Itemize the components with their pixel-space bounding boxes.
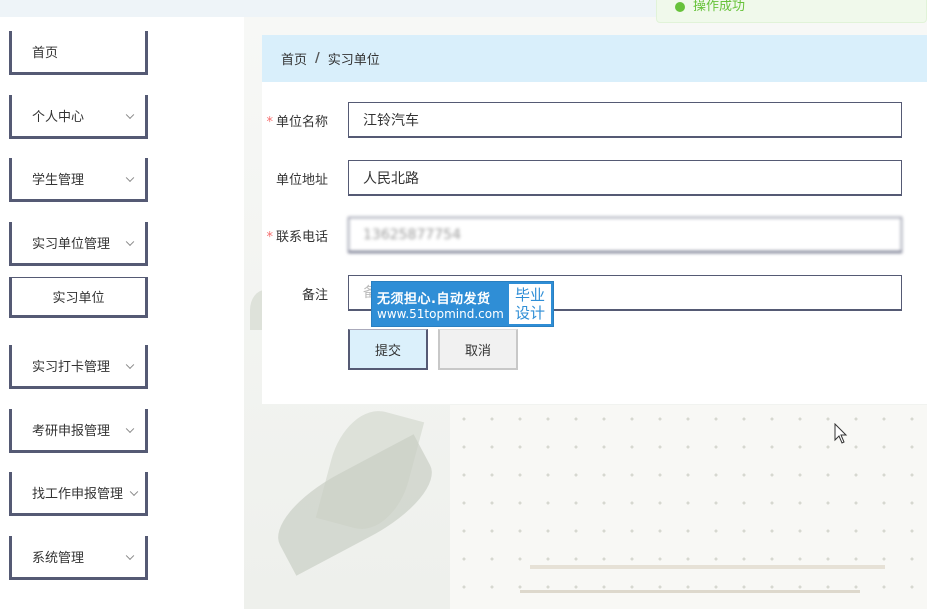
field-label: 单位地址 — [275, 172, 328, 188]
chevron-down-icon — [125, 360, 135, 369]
sidebar-subitem-internship-unit[interactable]: 实习单位 — [9, 277, 148, 318]
dotted-background — [450, 405, 927, 609]
sidebar-item-home[interactable]: 首页 — [9, 31, 148, 75]
sidebar-item-label: 实习单位 — [52, 291, 105, 306]
watermark-url: www.51topmind.com — [377, 306, 504, 321]
sidebar-item-label: 找工作申报管理 — [32, 487, 124, 502]
sidebar-item-label: 考研申报管理 — [32, 424, 111, 439]
sidebar-item-label: 个人中心 — [32, 110, 85, 125]
required-mark: * — [266, 114, 273, 130]
contact-phone-input[interactable] — [348, 217, 902, 253]
mouse-cursor-icon — [834, 423, 848, 444]
sidebar-item-job-management[interactable]: 找工作申报管理 — [9, 472, 148, 516]
chevron-down-icon — [125, 237, 135, 246]
field-label: * 单位名称 — [266, 114, 328, 130]
sidebar-item-label: 实习单位管理 — [32, 237, 111, 252]
chevron-down-icon — [125, 173, 135, 182]
form-row-unit-address: 单位地址 — [262, 160, 927, 196]
sidebar: 首页 个人中心 学生管理 实习单位管理 实习单位 实习打卡管理 考研申报管理 找… — [0, 17, 244, 609]
breadcrumb: 首页 / 实习单位 — [262, 35, 927, 82]
sidebar-item-student-management[interactable]: 学生管理 — [9, 158, 148, 202]
sidebar-item-system-management[interactable]: 系统管理 — [9, 536, 148, 580]
form-panel: *单位名称 单位地址 *联系电话 备注 提交 取消 — [262, 82, 927, 404]
watermark-logo: 毕业 设计 — [509, 284, 551, 324]
cancel-button[interactable]: 取消 — [438, 329, 518, 370]
sidebar-item-postgraduate-management[interactable]: 考研申报管理 — [9, 409, 148, 453]
submit-button[interactable]: 提交 — [348, 329, 428, 370]
sidebar-item-label: 学生管理 — [32, 173, 85, 188]
breadcrumb-current: 实习单位 — [327, 53, 380, 68]
toast-message: 操作成功 — [693, 0, 746, 14]
sidebar-item-label: 系统管理 — [32, 551, 85, 566]
breadcrumb-separator: / — [315, 51, 320, 66]
sidebar-item-internship-unit-management[interactable]: 实习单位管理 — [9, 222, 148, 266]
form-row-remarks: 备注 — [262, 275, 927, 311]
frame-decoration — [520, 590, 860, 593]
sidebar-item-label: 首页 — [32, 46, 59, 61]
field-label: * 联系电话 — [266, 229, 328, 245]
form-row-contact-phone: * 联系电话 — [262, 217, 927, 253]
watermark-slogan: 无须担心.自动发货 — [377, 291, 491, 307]
field-label: 备注 — [301, 287, 328, 303]
chevron-down-icon — [129, 487, 139, 496]
breadcrumb-home[interactable]: 首页 — [281, 49, 307, 68]
success-toast: 操作成功 — [656, 0, 927, 23]
required-mark: * — [266, 229, 273, 245]
sidebar-item-checkin-management[interactable]: 实习打卡管理 — [9, 345, 148, 389]
chevron-down-icon — [125, 424, 135, 433]
sidebar-item-label: 实习打卡管理 — [32, 360, 111, 375]
chevron-down-icon — [125, 551, 135, 560]
unit-address-input[interactable] — [348, 160, 902, 196]
chevron-down-icon — [125, 110, 135, 119]
watermark-text: 无须担心.自动发货 www.51topmind.com — [372, 282, 507, 326]
sidebar-item-personal-center[interactable]: 个人中心 — [9, 95, 148, 139]
unit-name-input[interactable] — [348, 102, 902, 138]
frame-decoration — [530, 565, 885, 569]
success-icon — [675, 2, 685, 12]
form-row-unit-name: * 单位名称 — [262, 102, 927, 138]
watermark-badge: 无须担心.自动发货 www.51topmind.com 毕业 设计 — [371, 281, 554, 327]
